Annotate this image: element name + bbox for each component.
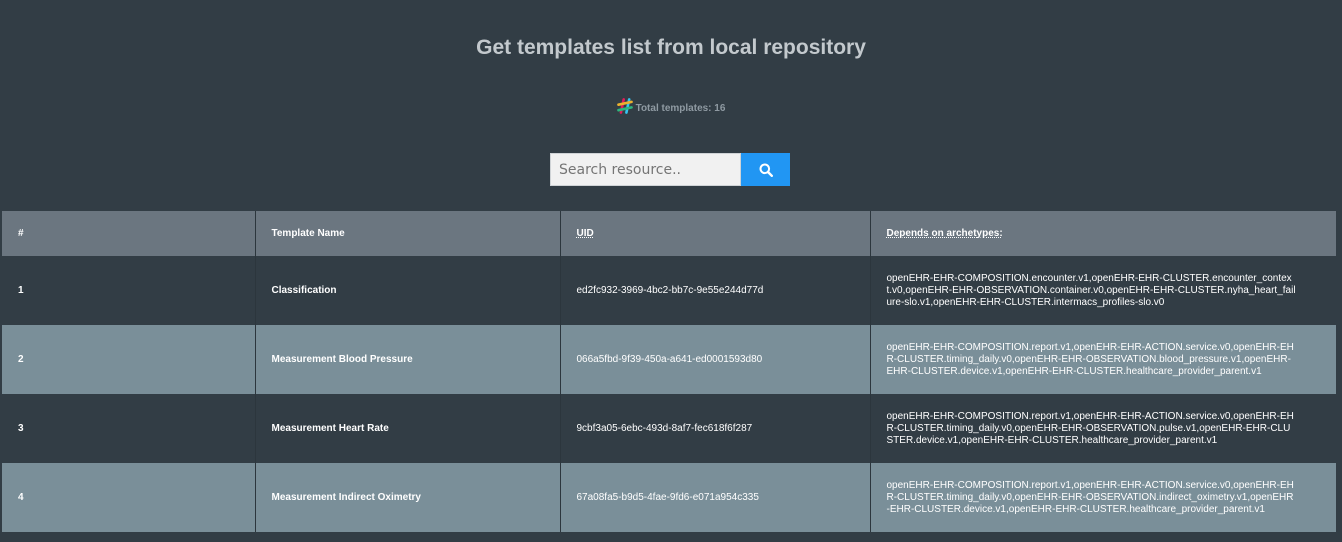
row-number: 1 xyxy=(2,256,256,325)
row-number: 4 xyxy=(2,463,256,532)
table-row[interactable]: 1 Classification ed2fc932-3969-4bc2-bb7c… xyxy=(2,256,1336,325)
search-button[interactable] xyxy=(741,153,790,186)
template-dependencies: openEHR-EHR-COMPOSITION.report.v1,openEH… xyxy=(886,341,1294,377)
table-row[interactable]: 2 Measurement Blood Pressure 066a5fbd-9f… xyxy=(2,325,1336,394)
column-header-template-name[interactable]: Template Name xyxy=(255,211,561,256)
total-templates-label: Total templates: 16 xyxy=(635,103,726,114)
template-uid: 9cbf3a05-6ebc-493d-8af7-fec618f6f287 xyxy=(560,394,871,463)
template-dependencies: openEHR-EHR-COMPOSITION.encounter.v1,ope… xyxy=(886,272,1296,308)
template-name: Measurement Heart Rate xyxy=(255,394,561,463)
template-name: Classification xyxy=(255,256,561,325)
template-name: Measurement Indirect Oximetry xyxy=(255,463,561,532)
template-uid: 67a08fa5-b9d5-4fae-9fd6-e071a954c335 xyxy=(560,463,871,532)
column-header-uid[interactable]: UID xyxy=(560,211,871,256)
template-dependencies: openEHR-EHR-COMPOSITION.report.v1,openEH… xyxy=(886,479,1294,515)
row-number: 3 xyxy=(2,394,256,463)
template-uid: 066a5fbd-9f39-450a-a641-ed0001593d80 xyxy=(560,325,871,394)
template-uid: ed2fc932-3969-4bc2-bb7c-9e55e244d77d xyxy=(560,256,871,325)
search-input[interactable] xyxy=(550,153,741,186)
total-templates: Total templates: 16 xyxy=(0,97,1342,119)
table-header-row: # Template Name UID Depends on archetype… xyxy=(2,211,1336,256)
search-icon xyxy=(759,163,773,177)
templates-table: # Template Name UID Depends on archetype… xyxy=(2,211,1336,532)
template-name: Measurement Blood Pressure xyxy=(255,325,561,394)
table-row[interactable]: 4 Measurement Indirect Oximetry 67a08fa5… xyxy=(2,463,1336,532)
table-row[interactable]: 3 Measurement Heart Rate 9cbf3a05-6ebc-4… xyxy=(2,394,1336,463)
template-dependencies: openEHR-EHR-COMPOSITION.report.v1,openEH… xyxy=(886,410,1294,446)
column-header-number[interactable]: # xyxy=(2,211,256,256)
page-title: Get templates list from local repository xyxy=(476,36,866,59)
column-header-depends[interactable]: Depends on archetypes: xyxy=(870,211,1336,256)
slack-hash-icon xyxy=(616,98,633,114)
page: Get templates list from local repository… xyxy=(0,0,1342,542)
search-bar xyxy=(550,153,790,186)
row-number: 2 xyxy=(2,325,256,394)
